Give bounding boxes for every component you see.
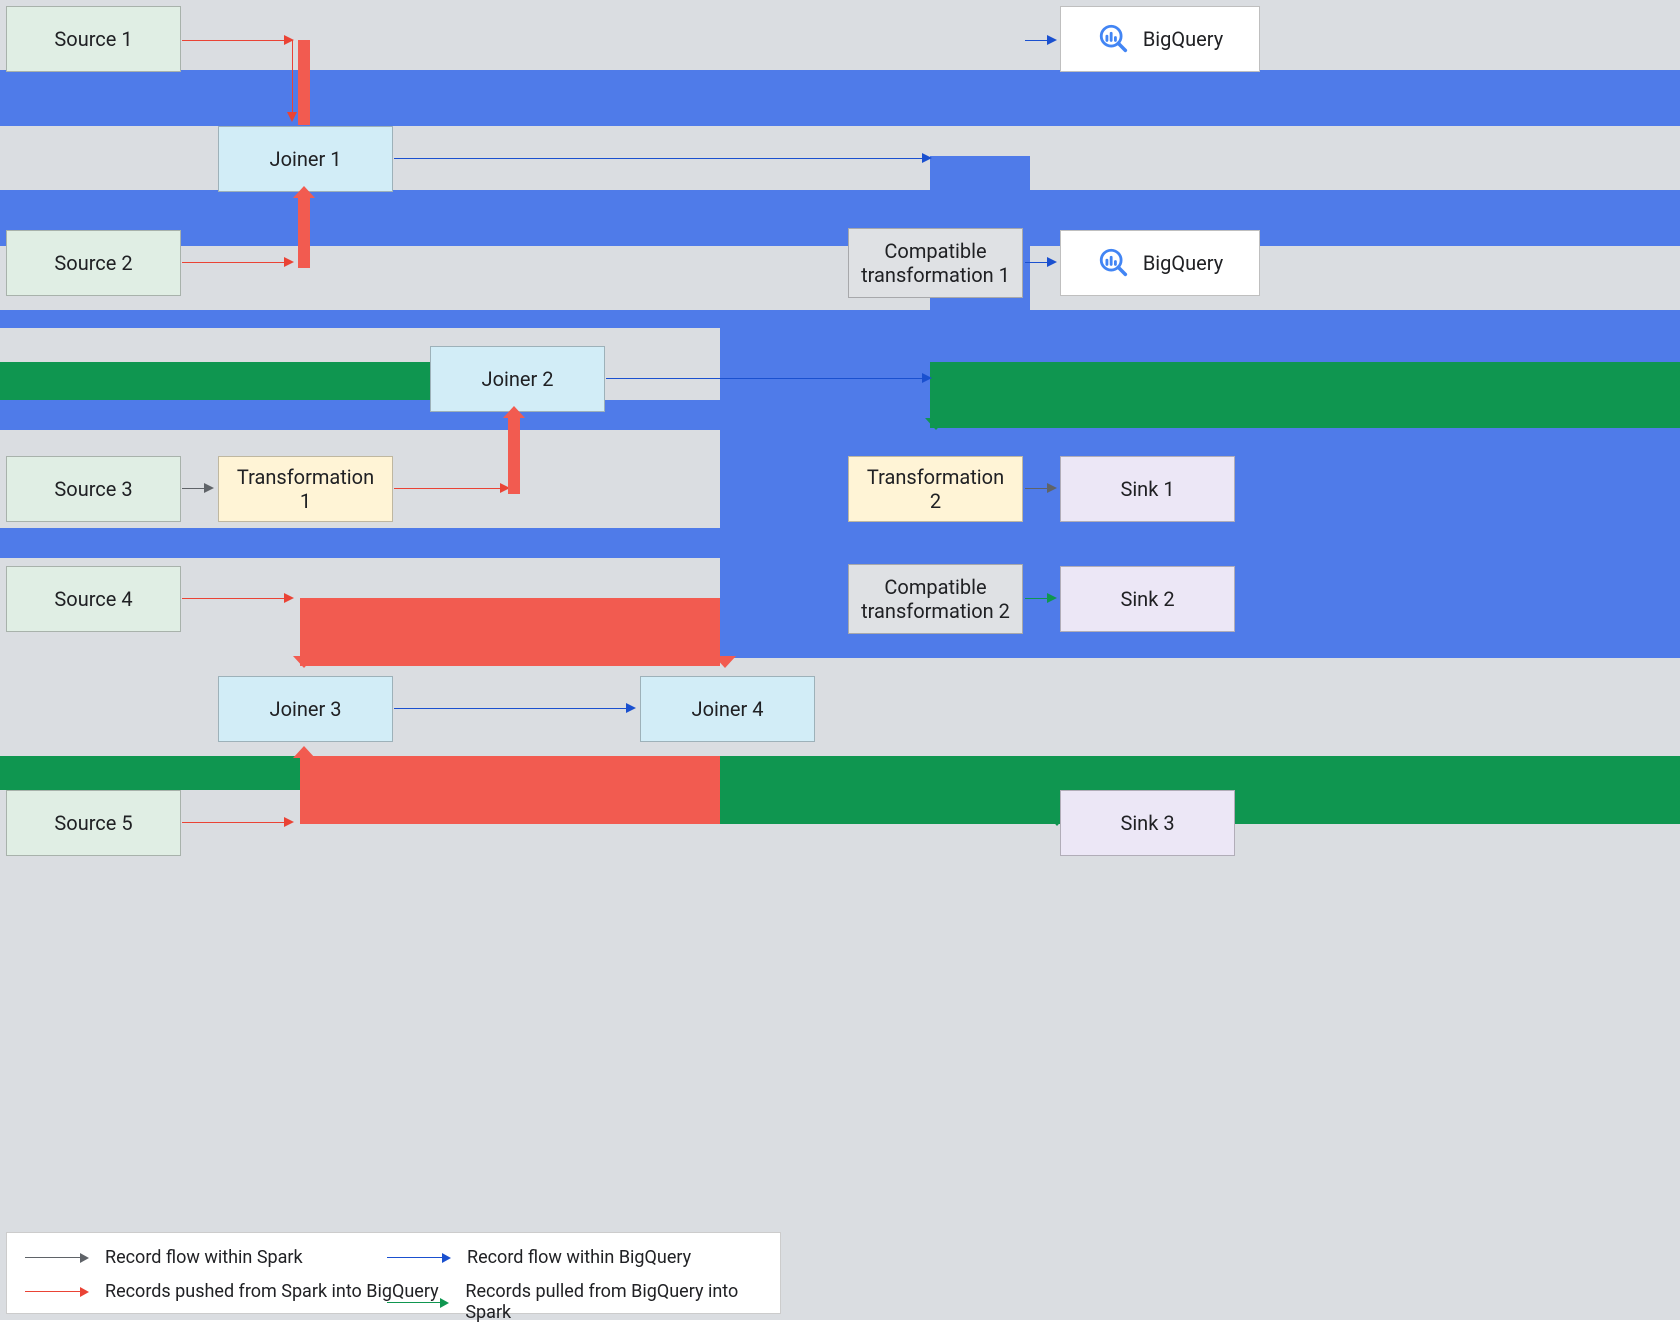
source-1: Source 1 xyxy=(6,6,181,72)
compatible-transformation-2: Compatible transformation 2 xyxy=(848,564,1023,634)
spark-arrow xyxy=(1025,488,1055,489)
push-connector xyxy=(298,40,310,125)
blue-band xyxy=(0,190,1680,246)
bigquery-sink-1: BigQuery xyxy=(1060,6,1260,72)
bigquery-arrow xyxy=(606,378,930,379)
push-arrowhead xyxy=(293,656,315,668)
bigquery-icon xyxy=(1097,22,1131,56)
label: Transformation 1 xyxy=(231,465,380,513)
label: Transformation 2 xyxy=(861,465,1010,513)
red-band xyxy=(300,598,720,666)
sink-2: Sink 2 xyxy=(1060,566,1235,632)
diagram-canvas: Source 1 BigQuery Joiner 1 Source 2 Comp… xyxy=(0,0,1680,1320)
push-arrowhead xyxy=(293,746,315,758)
label: Compatible transformation 2 xyxy=(861,575,1010,623)
bigquery-arrow xyxy=(394,158,930,159)
label: Source 5 xyxy=(54,811,132,835)
push-arrow xyxy=(182,40,292,41)
source-3: Source 3 xyxy=(6,456,181,522)
label: Source 4 xyxy=(54,587,132,611)
bigquery-arrow xyxy=(1025,40,1055,41)
green-band xyxy=(930,362,1680,428)
label: Sink 1 xyxy=(1120,477,1174,501)
label: Source 2 xyxy=(54,251,132,275)
joiner-3: Joiner 3 xyxy=(218,676,393,742)
bigquery-arrow xyxy=(394,708,634,709)
transformation-2: Transformation 2 xyxy=(848,456,1023,522)
push-arrow xyxy=(394,488,508,489)
label: Joiner 4 xyxy=(692,697,764,721)
push-arrow xyxy=(182,822,292,823)
green-band xyxy=(0,756,300,790)
legend-pulled: Records pulled from BigQuery into Spark xyxy=(465,1281,780,1323)
push-connector xyxy=(508,416,520,494)
source-2: Source 2 xyxy=(6,230,181,296)
push-arrowhead xyxy=(714,656,736,668)
legend: Record flow within Spark Record flow wit… xyxy=(6,1232,781,1314)
label: Source 3 xyxy=(54,477,132,501)
label: Compatible transformation 1 xyxy=(861,239,1010,287)
push-arrow xyxy=(292,40,293,120)
joiner-1: Joiner 1 xyxy=(218,126,393,192)
bigquery-icon xyxy=(1097,246,1131,280)
joiner-2: Joiner 2 xyxy=(430,346,605,412)
spark-arrow xyxy=(182,488,212,489)
pull-arrowhead xyxy=(925,418,947,430)
green-band xyxy=(0,362,430,400)
push-arrow xyxy=(182,262,292,263)
source-5: Source 5 xyxy=(6,790,181,856)
compatible-transformation-1: Compatible transformation 1 xyxy=(848,228,1023,298)
label: Joiner 1 xyxy=(270,147,342,171)
transformation-1: Transformation 1 xyxy=(218,456,393,522)
joiner-4: Joiner 4 xyxy=(640,676,815,742)
bigquery-arrow xyxy=(1025,262,1055,263)
push-arrow xyxy=(182,598,292,599)
sink-3: Sink 3 xyxy=(1060,790,1235,856)
label: Sink 2 xyxy=(1120,587,1174,611)
blue-band xyxy=(0,310,1680,328)
push-connector xyxy=(298,196,310,268)
legend-within-spark: Record flow within Spark xyxy=(105,1247,303,1268)
source-4: Source 4 xyxy=(6,566,181,632)
push-arrowhead xyxy=(293,186,315,198)
red-band xyxy=(300,756,720,824)
legend-within-bigquery: Record flow within BigQuery xyxy=(467,1247,691,1268)
label: Joiner 2 xyxy=(482,367,554,391)
label: BigQuery xyxy=(1143,27,1223,51)
label: Source 1 xyxy=(54,27,132,51)
push-arrowhead xyxy=(503,406,525,418)
blue-band xyxy=(0,70,1680,126)
label: Joiner 3 xyxy=(270,697,342,721)
label: BigQuery xyxy=(1143,251,1223,275)
sink-1: Sink 1 xyxy=(1060,456,1235,522)
bigquery-sink-2: BigQuery xyxy=(1060,230,1260,296)
pull-arrow xyxy=(1025,598,1055,599)
blue-band xyxy=(0,400,720,430)
blue-band xyxy=(0,528,720,558)
label: Sink 3 xyxy=(1120,811,1174,835)
